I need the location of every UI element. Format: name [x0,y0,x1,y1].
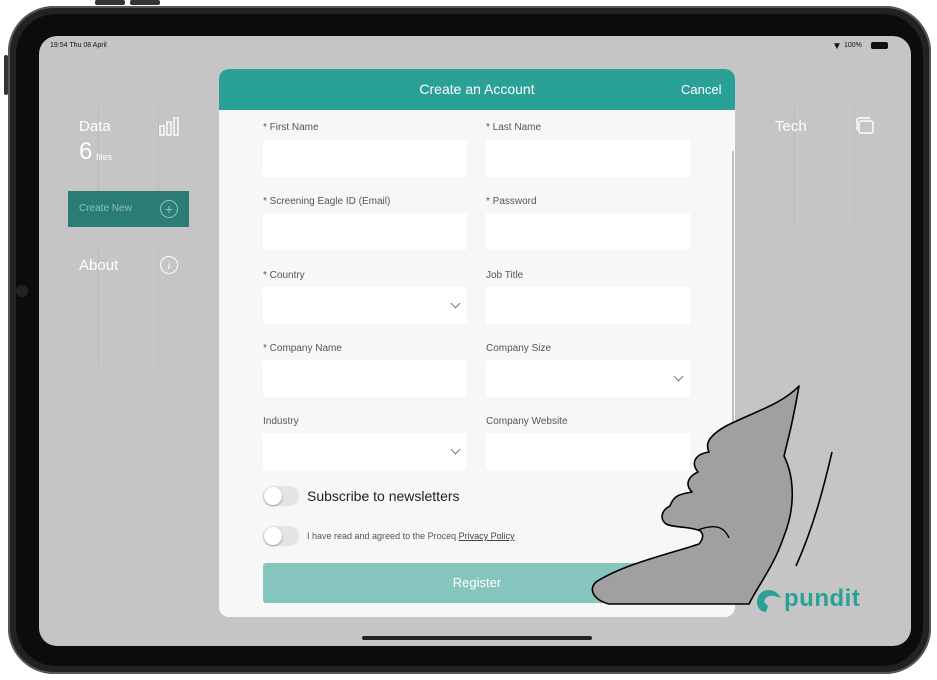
newsletter-toggle[interactable] [263,486,299,506]
create-new-label: Create New [79,203,132,214]
pointing-hand-icon [591,385,833,605]
screen: 19:54 Thu 08 April ▼ 100% Data 6 files C… [39,36,911,646]
about-tile[interactable]: About i [68,245,189,366]
last-name-label: * Last Name [486,122,542,133]
company-size-label: Company Size [486,343,552,354]
password-label: * Password [486,196,537,207]
industry-label: Industry [263,416,299,427]
toggle-knob [264,487,282,505]
country-select[interactable] [263,287,467,324]
volume-up-button [95,0,125,5]
modal-header: Create an Account Cancel [219,69,735,110]
create-new-button[interactable]: Create New + [68,191,189,227]
chevron-down-icon [450,298,461,309]
first-name-field[interactable] [263,140,467,177]
bar-chart-icon [159,116,179,136]
cancel-button[interactable]: Cancel [681,82,721,97]
tech-tile-label: Tech [775,118,807,135]
battery-icon [871,42,888,49]
last-name-field[interactable] [486,140,690,177]
company-name-field[interactable] [263,360,467,397]
tablet-icon [855,116,875,136]
toggle-knob [264,527,282,545]
email-label: * Screening Eagle ID (Email) [263,196,391,207]
battery-percent: 100% [844,42,862,49]
company-name-label: * Company Name [263,343,342,354]
company-website-label: Company Website [486,416,568,427]
modal-title: Create an Account [419,81,535,97]
info-icon: i [160,256,178,274]
data-file-count: 6 [79,138,93,165]
newsletter-label: Subscribe to newsletters [307,488,460,504]
data-file-unit: files [96,152,113,162]
volume-down-button [130,0,160,5]
privacy-prefix: I have read and agreed to the Proceq [307,531,459,541]
industry-select[interactable] [263,433,467,470]
chevron-down-icon [450,444,461,455]
email-field[interactable] [263,213,467,250]
job-title-field[interactable] [486,287,690,324]
password-field[interactable] [486,213,690,250]
about-tile-label: About [79,257,119,274]
status-time: 19:54 Thu 08 April [50,42,107,49]
plus-icon: + [160,200,178,218]
privacy-toggle[interactable] [263,526,299,546]
country-label: * Country [263,270,305,281]
privacy-policy-link[interactable]: Privacy Policy [459,531,515,541]
top-side-button [4,55,8,95]
job-title-label: Job Title [486,270,524,281]
camera-icon [16,285,28,297]
home-indicator[interactable] [362,636,592,640]
privacy-statement: I have read and agreed to the Proceq Pri… [307,531,515,541]
data-tile-label: Data [79,118,111,135]
tech-tile[interactable]: Tech [764,106,885,227]
first-name-label: * First Name [263,122,319,133]
wifi-icon: ▼ [832,41,842,52]
